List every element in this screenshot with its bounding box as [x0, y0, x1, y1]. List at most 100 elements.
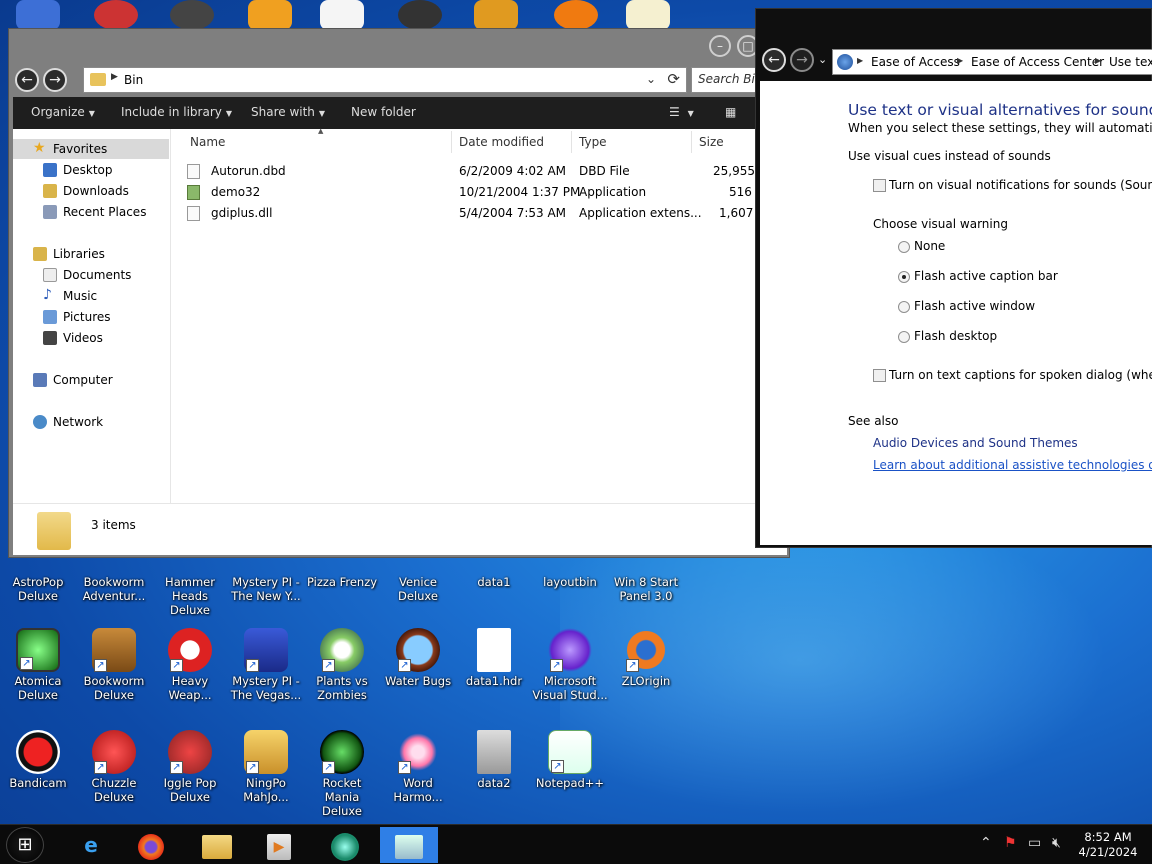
radio-flash-desktop-label[interactable]: Flash desktop — [914, 329, 997, 343]
eoa-address-bar[interactable]: ▶ Ease of Access ▶ Ease of Access Center… — [832, 49, 1152, 75]
desktop-icon-top-4[interactable] — [248, 0, 292, 30]
breadcrumb-bin[interactable]: Bin — [124, 73, 143, 87]
taskbar-file-explorer[interactable] — [188, 827, 246, 863]
desktop-icon-top-6[interactable] — [398, 0, 442, 30]
taskbar-app-teal[interactable] — [316, 827, 374, 863]
eoa-forward-button[interactable]: → — [790, 48, 814, 72]
desktop-icon-win8-start-panel[interactable]: Win 8 Start Panel 3.0 — [608, 575, 684, 603]
desktop-icon-chuzzle[interactable]: ↗ Chuzzle Deluxe — [76, 730, 152, 804]
preview-pane-icon[interactable]: ▦ — [725, 105, 736, 119]
desktop-icon-layoutbin[interactable]: layoutbin — [532, 575, 608, 589]
column-divider[interactable] — [691, 131, 692, 153]
eoa-back-button[interactable]: ← — [762, 48, 786, 72]
column-header-date[interactable]: Date modified — [459, 135, 544, 149]
new-folder-button[interactable]: New folder — [351, 105, 416, 119]
file-row[interactable]: gdiplus.dll 5/4/2004 7:53 AM Application… — [183, 203, 783, 223]
desktop-icon-heavy-weapon[interactable]: ↗ Heavy Weap... — [152, 628, 228, 702]
desktop-icon-top-3[interactable] — [170, 0, 214, 30]
radio-none-label[interactable]: None — [914, 239, 945, 253]
recent-pages-chevron-icon[interactable]: ⌄ — [818, 53, 827, 66]
desktop-icon-notepadpp[interactable]: ↗ Notepad++ — [532, 730, 608, 790]
assistive-technologies-link[interactable]: Learn about additional assistive technol… — [873, 458, 1152, 472]
radio-flash-desktop[interactable] — [898, 331, 910, 343]
nav-downloads[interactable]: Downloads — [13, 181, 169, 201]
explorer-titlebar[interactable]: – □ — [9, 29, 789, 65]
desktop-icon-iggle-pop[interactable]: ↗ Iggle Pop Deluxe — [152, 730, 228, 804]
desktop-icon-mystery-pi-new-york[interactable]: Mystery PI - The New Y... — [228, 575, 304, 603]
nav-documents[interactable]: Documents — [13, 265, 169, 285]
nav-pictures[interactable]: Pictures — [13, 307, 169, 327]
taskbar-firefox[interactable] — [122, 827, 180, 863]
nav-network[interactable]: Network — [13, 412, 169, 432]
desktop-icon-plants-vs-zombies[interactable]: ↗ Plants vs Zombies — [304, 628, 380, 702]
desktop-icon-water-bugs[interactable]: ↗ Water Bugs — [380, 628, 456, 688]
column-header-size[interactable]: Size — [699, 135, 724, 149]
back-button[interactable]: ← — [15, 68, 39, 92]
radio-flash-window-label[interactable]: Flash active window — [914, 299, 1035, 313]
show-hidden-icons-chevron-icon[interactable]: ⌃ — [980, 835, 992, 851]
desktop-icon-atomica[interactable]: ↗ Atomica Deluxe — [0, 628, 76, 702]
file-row[interactable]: Autorun.dbd 6/2/2009 4:02 AM DBD File 25… — [183, 161, 783, 181]
breadcrumb-ease-of-access[interactable]: Ease of Access — [871, 55, 960, 69]
breadcrumb-ease-of-access-center[interactable]: Ease of Access Center — [971, 55, 1104, 69]
desktop-icon-top-2[interactable] — [94, 0, 138, 30]
column-divider[interactable] — [451, 131, 452, 153]
volume-muted-icon[interactable]: 🔇︎ — [1052, 835, 1061, 851]
file-row[interactable]: demo32 10/21/2004 1:37 PM Application 51… — [183, 182, 783, 202]
taskbar-control-panel[interactable] — [380, 827, 438, 863]
text-captions-checkbox[interactable] — [873, 369, 886, 382]
nav-recent-places[interactable]: Recent Places — [13, 202, 169, 222]
desktop-icon-venice[interactable]: Venice Deluxe — [380, 575, 456, 603]
nav-desktop[interactable]: Desktop — [13, 160, 169, 180]
desktop-icon-data1[interactable]: data1 — [456, 575, 532, 589]
desktop-icon-bookworm-adventures[interactable]: Bookworm Adventur... — [76, 575, 152, 603]
nav-music[interactable]: ♪ Music — [13, 286, 169, 306]
nav-favorites[interactable]: ★ Favorites — [13, 139, 169, 159]
network-status-icon[interactable]: ▭ — [1028, 835, 1041, 851]
taskbar-media-player[interactable]: ▶ — [250, 827, 308, 863]
radio-flash-caption-bar[interactable] — [898, 271, 910, 283]
desktop-icon-rocket-mania[interactable]: ↗ Rocket Mania Deluxe — [304, 730, 380, 818]
desktop-icon-top-7[interactable] — [474, 0, 518, 30]
action-center-flag-icon[interactable]: ⚑ — [1004, 835, 1017, 851]
desktop-icon-mystery-pi-vegas[interactable]: ↗ Mystery PI - The Vegas... — [228, 628, 304, 702]
radio-flash-caption-bar-label[interactable]: Flash active caption bar — [914, 269, 1058, 283]
column-header-type[interactable]: Type — [579, 135, 607, 149]
desktop-icon-bandicam[interactable]: Bandicam — [0, 730, 76, 790]
nav-videos[interactable]: Videos — [13, 328, 169, 348]
desktop-icon-hammer-heads[interactable]: Hammer Heads Deluxe — [152, 575, 228, 617]
view-options-icon[interactable]: ☰ ▼ — [669, 105, 694, 119]
visual-notifications-label[interactable]: Turn on visual notifications for sounds … — [889, 178, 1152, 192]
desktop-icon-astropop[interactable]: AstroPop Deluxe — [0, 575, 76, 603]
explorer-window[interactable]: – □ ← → ▶ Bin ⌄ ⟳ Search Bin Organize ▼ I… — [8, 28, 790, 558]
nav-libraries[interactable]: Libraries — [13, 244, 169, 264]
desktop-icon-visual-studio[interactable]: ↗ Microsoft Visual Stud... — [532, 628, 608, 702]
desktop-icon-word-harmony[interactable]: ↗ Word Harmo... — [380, 730, 456, 804]
column-divider[interactable] — [571, 131, 572, 153]
system-clock[interactable]: 8:52 AM 4/21/2024 — [1070, 830, 1146, 860]
forward-button[interactable]: → — [43, 68, 67, 92]
include-in-library-button[interactable]: Include in library ▼ — [121, 105, 232, 119]
refresh-icon[interactable]: ⟳ — [667, 70, 680, 88]
minimize-button[interactable]: – — [709, 35, 731, 57]
desktop-icon-top-5[interactable] — [320, 0, 364, 30]
desktop-icon-zlorigin[interactable]: ↗ ZLOrigin — [608, 628, 684, 688]
desktop-icon-data1-hdr[interactable]: data1.hdr — [456, 628, 532, 688]
organize-button[interactable]: Organize ▼ — [31, 105, 95, 119]
nav-computer[interactable]: Computer — [13, 370, 169, 390]
radio-flash-window[interactable] — [898, 301, 910, 313]
column-header-name[interactable]: Name — [190, 135, 225, 149]
desktop-icon-bookworm-deluxe[interactable]: ↗ Bookworm Deluxe — [76, 628, 152, 702]
breadcrumb-use-text[interactable]: Use text — [1109, 55, 1152, 69]
desktop-icon-ningpo-mahjong[interactable]: ↗ NingPo MahJo... — [228, 730, 304, 804]
address-bar[interactable]: ▶ Bin ⌄ ⟳ — [83, 67, 687, 93]
share-with-button[interactable]: Share with ▼ — [251, 105, 325, 119]
desktop-icon-top-8[interactable] — [554, 0, 598, 30]
taskbar-internet-explorer[interactable]: e — [62, 827, 120, 863]
start-button[interactable]: ⊞ — [6, 827, 44, 863]
visual-notifications-checkbox[interactable] — [873, 179, 886, 192]
text-captions-label[interactable]: Turn on text captions for spoken dialog … — [889, 368, 1152, 382]
desktop-icon-top-9[interactable] — [626, 0, 670, 30]
chevron-down-icon[interactable]: ⌄ — [646, 72, 656, 86]
audio-devices-link[interactable]: Audio Devices and Sound Themes — [873, 436, 1078, 450]
